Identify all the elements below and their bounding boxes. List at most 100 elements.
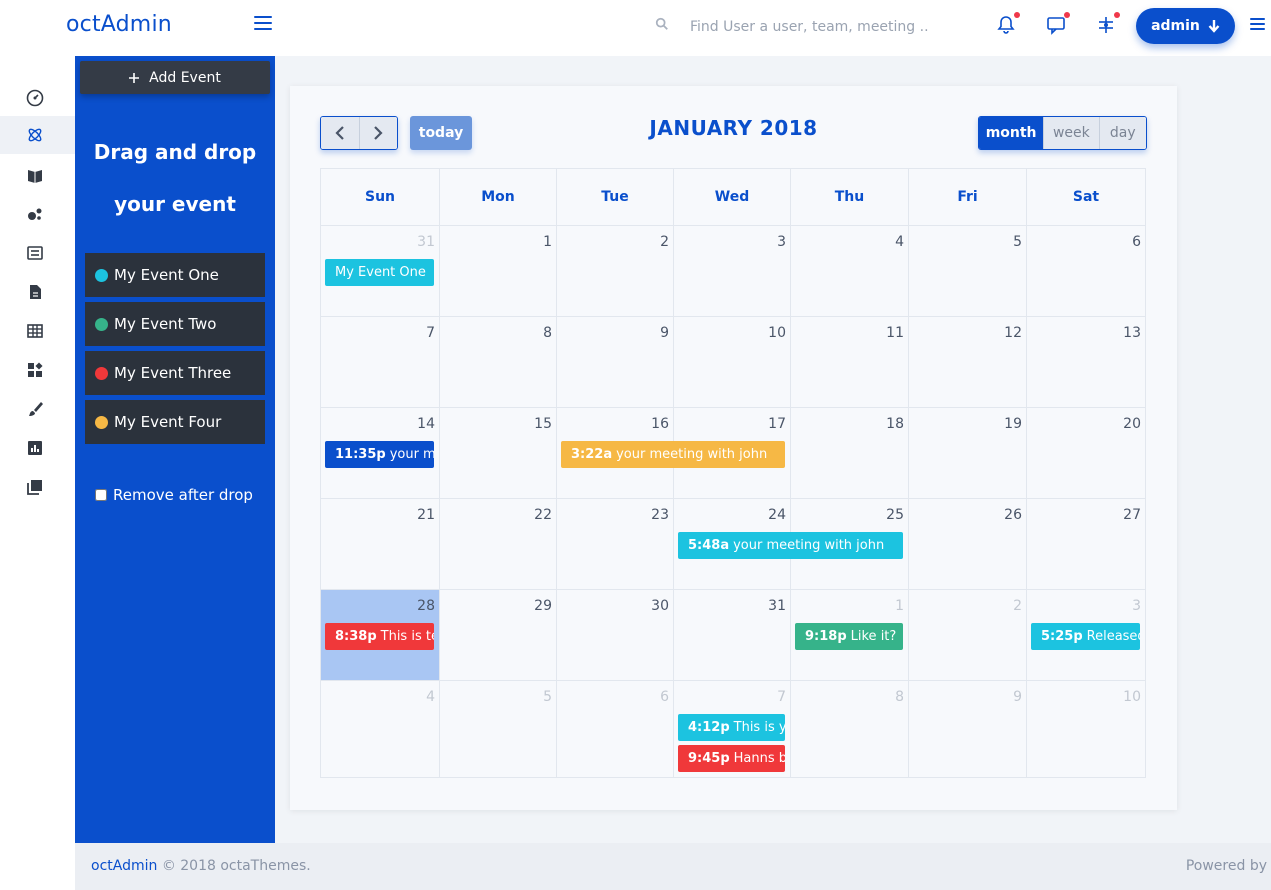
day-cell[interactable]: 23 (557, 499, 674, 590)
day-number[interactable]: 6 (660, 689, 669, 705)
calendar-event[interactable]: 9:18p Like it? (795, 623, 903, 650)
menu-toggle-icon[interactable] (254, 16, 272, 32)
prev-month-button[interactable] (321, 117, 359, 149)
widgets-icon[interactable] (0, 351, 75, 389)
day-number[interactable]: 5 (543, 689, 552, 705)
day-cell[interactable]: 27 (1027, 499, 1146, 590)
day-cell[interactable]: 15 (440, 408, 557, 499)
day-number[interactable]: 25 (886, 507, 904, 523)
external-event[interactable]: My Event Four (85, 400, 265, 444)
day-number[interactable]: 7 (777, 689, 786, 705)
external-event[interactable]: My Event One (85, 253, 265, 297)
day-number[interactable]: 31 (417, 234, 435, 250)
day-cell[interactable]: 11 (791, 317, 909, 408)
day-cell[interactable]: 20 (1027, 408, 1146, 499)
day-number[interactable]: 5 (1013, 234, 1022, 250)
day-number[interactable]: 8 (543, 325, 552, 341)
day-cell[interactable]: 10 (674, 317, 791, 408)
day-cell[interactable]: 8 (791, 681, 909, 778)
footer-brand-link[interactable]: octAdmin (91, 858, 157, 874)
day-number[interactable]: 16 (651, 416, 669, 432)
day-number[interactable]: 12 (1004, 325, 1022, 341)
day-cell[interactable]: 21 (321, 499, 440, 590)
document-icon[interactable] (0, 273, 75, 311)
network-icon[interactable] (1095, 12, 1120, 36)
day-cell[interactable]: 2 (909, 590, 1027, 681)
day-number[interactable]: 11 (886, 325, 904, 341)
day-number[interactable]: 2 (1013, 598, 1022, 614)
messages-icon[interactable] (1045, 12, 1070, 36)
day-number[interactable]: 17 (768, 416, 786, 432)
day-number[interactable]: 31 (768, 598, 786, 614)
book-icon[interactable] (0, 156, 75, 194)
calendar-event[interactable]: 5:48a your meeting with john (678, 532, 903, 559)
day-number[interactable]: 14 (417, 416, 435, 432)
calendar-event[interactable]: 5:25p Released (1031, 623, 1140, 650)
day-cell[interactable]: 9 (909, 681, 1027, 778)
day-cell[interactable]: 13 (1027, 317, 1146, 408)
day-number[interactable]: 2 (660, 234, 669, 250)
day-cell[interactable]: 29 (440, 590, 557, 681)
user-menu-button[interactable]: admin (1136, 8, 1235, 44)
day-number[interactable]: 13 (1123, 325, 1141, 341)
day-number[interactable]: 21 (417, 507, 435, 523)
day-number[interactable]: 3 (1132, 598, 1141, 614)
calendar-event[interactable]: 3:22a your meeting with john (561, 441, 785, 468)
view-week-button[interactable]: week (1043, 117, 1099, 149)
day-number[interactable]: 4 (426, 689, 435, 705)
calendar-event[interactable]: 11:35pyour meeting with john (325, 441, 434, 468)
notification-bell-icon[interactable] (995, 12, 1020, 36)
day-number[interactable]: 24 (768, 507, 786, 523)
day-cell[interactable]: 19 (909, 408, 1027, 499)
day-number[interactable]: 18 (886, 416, 904, 432)
day-cell[interactable]: 6 (1027, 226, 1146, 317)
day-number[interactable]: 20 (1123, 416, 1141, 432)
pages-icon[interactable] (0, 468, 75, 506)
day-number[interactable]: 7 (426, 325, 435, 341)
calendar-event[interactable]: 9:45pHanns birthday (678, 745, 785, 772)
day-cell[interactable]: 5 (440, 681, 557, 778)
day-number[interactable]: 1 (543, 234, 552, 250)
view-month-button[interactable]: month (979, 117, 1044, 149)
calendar-event[interactable]: My Event One (325, 259, 434, 286)
remove-after-drop-option[interactable]: Remove after drop (95, 486, 253, 504)
day-number[interactable]: 6 (1132, 234, 1141, 250)
day-cell[interactable]: 18 (791, 408, 909, 499)
day-cell[interactable]: 31 (674, 590, 791, 681)
day-number[interactable]: 23 (651, 507, 669, 523)
apps-icon[interactable] (0, 116, 75, 154)
add-event-button[interactable]: Add Event (80, 61, 270, 94)
day-number[interactable]: 27 (1123, 507, 1141, 523)
day-cell[interactable]: 3 (674, 226, 791, 317)
view-day-button[interactable]: day (1098, 117, 1146, 149)
day-number[interactable]: 22 (534, 507, 552, 523)
day-cell[interactable]: 4 (321, 681, 440, 778)
day-number[interactable]: 15 (534, 416, 552, 432)
external-event[interactable]: My Event Two (85, 302, 265, 346)
next-month-button[interactable] (358, 117, 397, 149)
chart-icon[interactable] (0, 429, 75, 467)
day-cell[interactable]: 5 (909, 226, 1027, 317)
day-number[interactable]: 9 (1013, 689, 1022, 705)
day-number[interactable]: 30 (651, 598, 669, 614)
calendar-event[interactable]: 8:38pThis is test event (325, 623, 434, 650)
day-cell[interactable]: 7 (321, 317, 440, 408)
day-cell[interactable]: 26 (909, 499, 1027, 590)
day-cell[interactable]: 12 (909, 317, 1027, 408)
remove-after-drop-checkbox[interactable] (95, 489, 107, 501)
search-input[interactable] (680, 14, 940, 40)
day-number[interactable]: 8 (895, 689, 904, 705)
brand-logo[interactable]: octAdmin (66, 12, 172, 37)
day-cell[interactable]: 30 (557, 590, 674, 681)
day-cell[interactable]: 10 (1027, 681, 1146, 778)
day-number[interactable]: 10 (1123, 689, 1141, 705)
day-number[interactable]: 29 (534, 598, 552, 614)
bubbles-icon[interactable] (0, 195, 75, 233)
dashboard-icon[interactable] (0, 79, 75, 117)
day-cell[interactable]: 4 (791, 226, 909, 317)
day-number[interactable]: 19 (1004, 416, 1022, 432)
day-number[interactable]: 10 (768, 325, 786, 341)
calendar-event[interactable]: 4:12pThis is your (678, 714, 785, 741)
day-number[interactable]: 3 (777, 234, 786, 250)
external-event[interactable]: My Event Three (85, 351, 265, 395)
